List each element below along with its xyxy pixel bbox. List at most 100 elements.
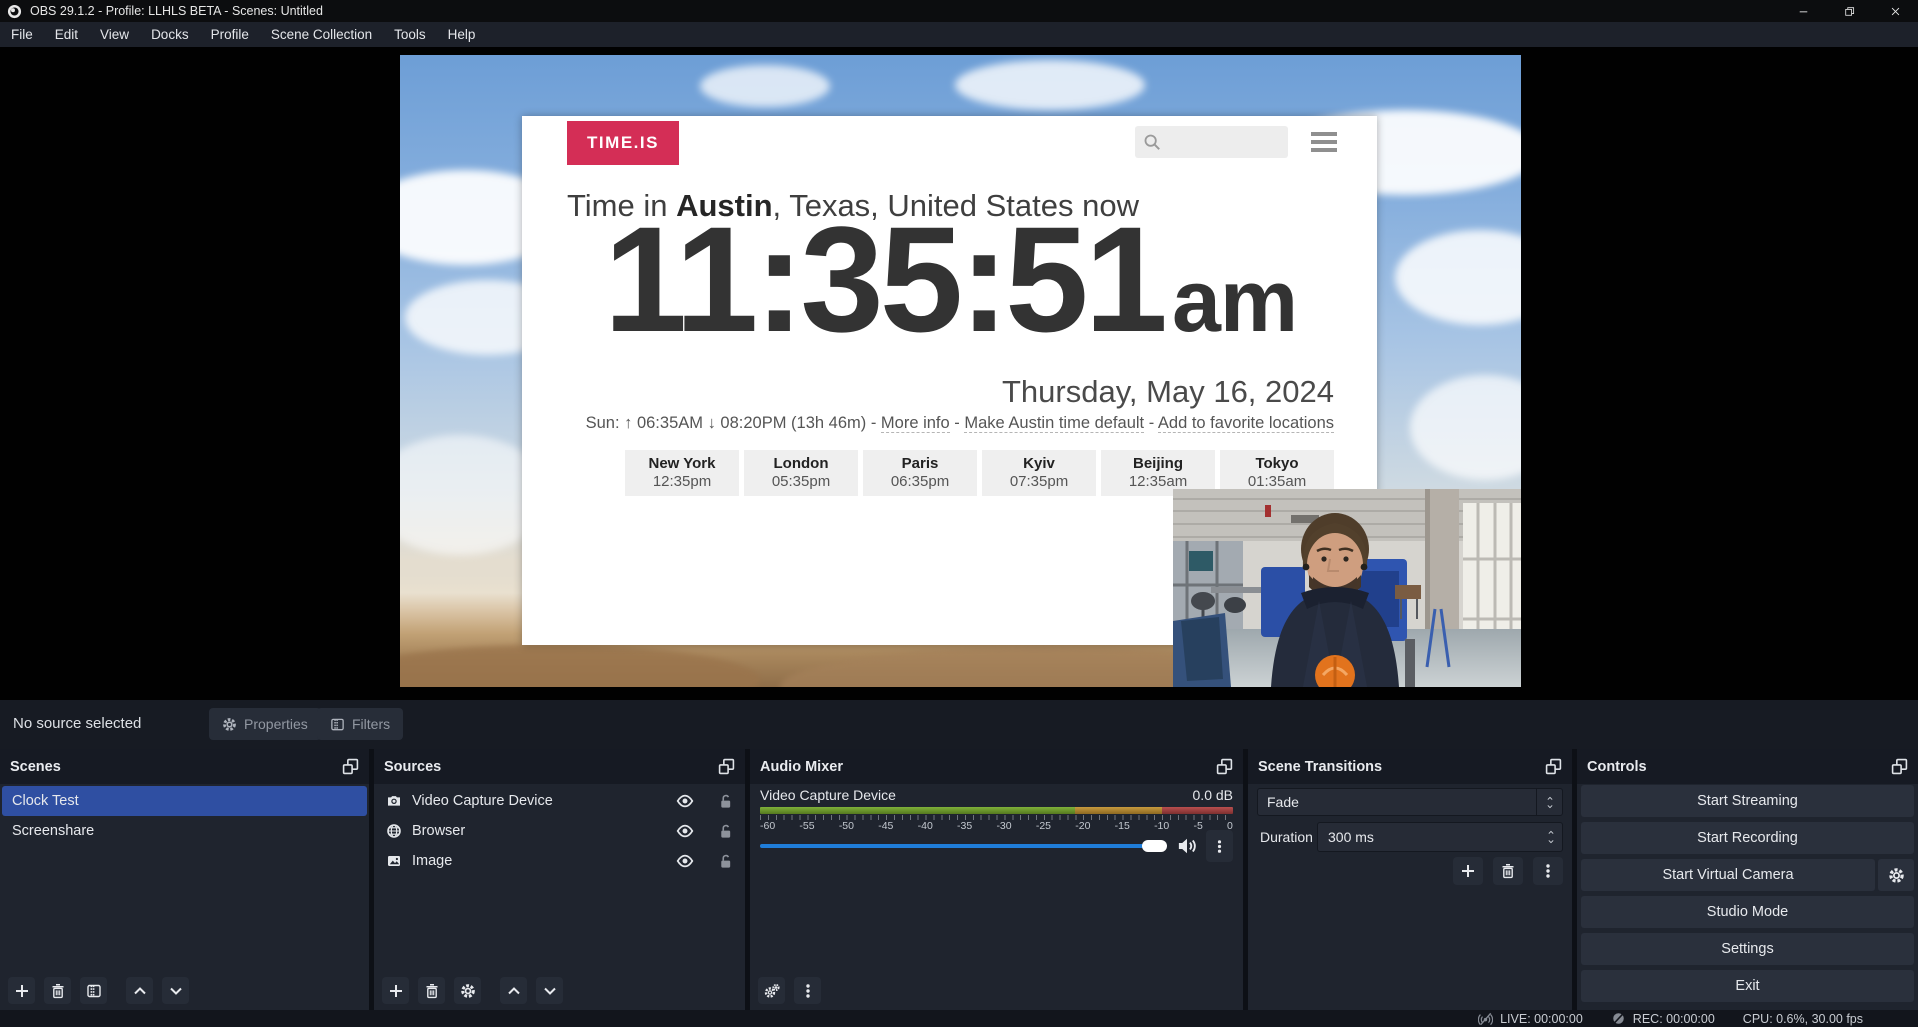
studio-mode-button[interactable]: Studio Mode (1581, 896, 1914, 928)
popout-icon[interactable] (1545, 758, 1562, 775)
status-bar: LIVE: 00:00:00 REC: 00:00:00 CPU: 0.6%, … (0, 1010, 1918, 1027)
popout-icon[interactable] (1891, 758, 1908, 775)
move-source-down-button[interactable] (536, 977, 563, 1004)
menu-item[interactable]: Scene Collection (260, 22, 383, 47)
db-tick-label: -15 (1115, 820, 1130, 832)
scene-transitions-panel: Scene Transitions Fade Duration 300 ms (1248, 749, 1572, 1012)
popout-icon[interactable] (342, 758, 359, 775)
record-muted-icon (1611, 1011, 1626, 1026)
webcam-video-source[interactable] (1173, 489, 1521, 687)
db-tick-label: -35 (957, 820, 972, 832)
properties-button[interactable]: Properties (209, 708, 321, 740)
mixer-options-button[interactable] (794, 977, 821, 1004)
minimize-button[interactable] (1780, 0, 1826, 22)
cpu-fps-status: CPU: 0.6%, 30.00 fps (1743, 1012, 1863, 1026)
menu-item[interactable]: Edit (44, 22, 89, 47)
filters-button[interactable]: Filters (317, 708, 403, 740)
move-source-up-button[interactable] (500, 977, 527, 1004)
db-tick-label: -30 (996, 820, 1011, 832)
popout-icon[interactable] (1216, 758, 1233, 775)
start-streaming-button[interactable]: Start Streaming (1581, 785, 1914, 817)
menu-item[interactable]: Profile (200, 22, 260, 47)
rec-status: REC: 00:00:00 (1611, 1011, 1715, 1026)
db-tick-label: -40 (918, 820, 933, 832)
exit-button[interactable]: Exit (1581, 970, 1914, 1002)
sources-panel: Sources Video Capture Device Browser (374, 749, 745, 1012)
dots-icon (1540, 863, 1556, 879)
spin-down-icon[interactable] (1546, 838, 1556, 845)
spin-up-icon[interactable] (1546, 829, 1556, 836)
source-properties-button[interactable] (454, 977, 481, 1004)
sources-list: Video Capture Device Browser Image (374, 786, 745, 876)
db-tick-label: -55 (799, 820, 814, 832)
scene-item[interactable]: Screenshare (0, 816, 369, 846)
timeis-clock: 11:35:51am (567, 204, 1334, 354)
city-card: New York 12:35pm (625, 450, 739, 496)
scene-item[interactable]: Clock Test (2, 786, 367, 816)
virtual-camera-config-button[interactable] (1878, 859, 1914, 891)
menu-item[interactable]: View (89, 22, 140, 47)
remove-transition-button[interactable] (1493, 857, 1523, 885)
source-row[interactable]: Browser (374, 816, 745, 846)
move-scene-down-button[interactable] (162, 977, 189, 1004)
visibility-eye-icon[interactable] (676, 852, 694, 870)
filter-icon (86, 983, 102, 999)
volume-meter (760, 807, 1233, 814)
meter-red-segment (1162, 807, 1233, 814)
restore-button[interactable] (1826, 0, 1872, 22)
volume-slider-handle[interactable] (1142, 840, 1167, 852)
scenes-panel: Scenes Clock TestScreenshare (0, 749, 369, 1012)
gear-icon (1888, 867, 1905, 884)
menu-item[interactable]: Docks (140, 22, 200, 47)
cloud (1395, 230, 1521, 325)
add-transition-button[interactable] (1453, 857, 1483, 885)
speaker-icon[interactable] (1177, 836, 1197, 856)
controls-panel-title: Controls (1587, 759, 1647, 775)
source-row[interactable]: Image (374, 846, 745, 876)
selected-source-bar: No source selected Properties Filters (0, 700, 1918, 749)
transition-dropdown[interactable]: Fade (1257, 788, 1563, 816)
scenes-panel-title: Scenes (10, 759, 61, 775)
make-default-link: Make Austin time default (964, 414, 1144, 433)
broadcast-muted-icon (1478, 1011, 1493, 1026)
start-virtual-camera-button[interactable]: Start Virtual Camera (1581, 859, 1875, 891)
trash-icon (424, 983, 440, 999)
source-row[interactable]: Video Capture Device (374, 786, 745, 816)
menu-item[interactable]: Tools (383, 22, 437, 47)
settings-button[interactable]: Settings (1581, 933, 1914, 965)
close-button[interactable] (1872, 0, 1918, 22)
source-status-text: No source selected (13, 715, 141, 732)
visibility-eye-icon[interactable] (676, 822, 694, 840)
menu-item[interactable]: File (0, 22, 44, 47)
scene-composite[interactable]: TIME.IS Time in Austin, Texas, United St… (400, 55, 1521, 687)
transition-options-button[interactable] (1533, 857, 1563, 885)
search-icon (1143, 133, 1161, 151)
source-type-icon (386, 823, 402, 839)
duration-spinbox[interactable]: 300 ms (1317, 822, 1563, 852)
move-scene-up-button[interactable] (126, 977, 153, 1004)
remove-scene-button[interactable] (44, 977, 71, 1004)
advanced-audio-button[interactable] (758, 977, 785, 1004)
start-recording-button[interactable]: Start Recording (1581, 822, 1914, 854)
db-tick-label: -45 (878, 820, 893, 832)
menu-item[interactable]: Help (437, 22, 487, 47)
lock-icon[interactable] (718, 794, 733, 809)
popout-icon[interactable] (718, 758, 735, 775)
plus-icon (1460, 863, 1476, 879)
dots-icon (1212, 839, 1227, 854)
lock-icon[interactable] (718, 854, 733, 869)
preview-canvas[interactable]: TIME.IS Time in Austin, Texas, United St… (0, 47, 1918, 700)
chevron-down-icon (168, 983, 184, 999)
lock-icon[interactable] (718, 824, 733, 839)
remove-source-button[interactable] (418, 977, 445, 1004)
trash-icon (50, 983, 66, 999)
add-source-button[interactable] (382, 977, 409, 1004)
db-tick-label: -20 (1075, 820, 1090, 832)
add-scene-button[interactable] (8, 977, 35, 1004)
visibility-eye-icon[interactable] (676, 792, 694, 810)
channel-options-button[interactable] (1206, 830, 1233, 862)
scene-filters-button[interactable] (80, 977, 107, 1004)
minimize-icon (1798, 6, 1809, 17)
restore-icon (1844, 6, 1855, 17)
volume-slider[interactable] (760, 844, 1165, 848)
